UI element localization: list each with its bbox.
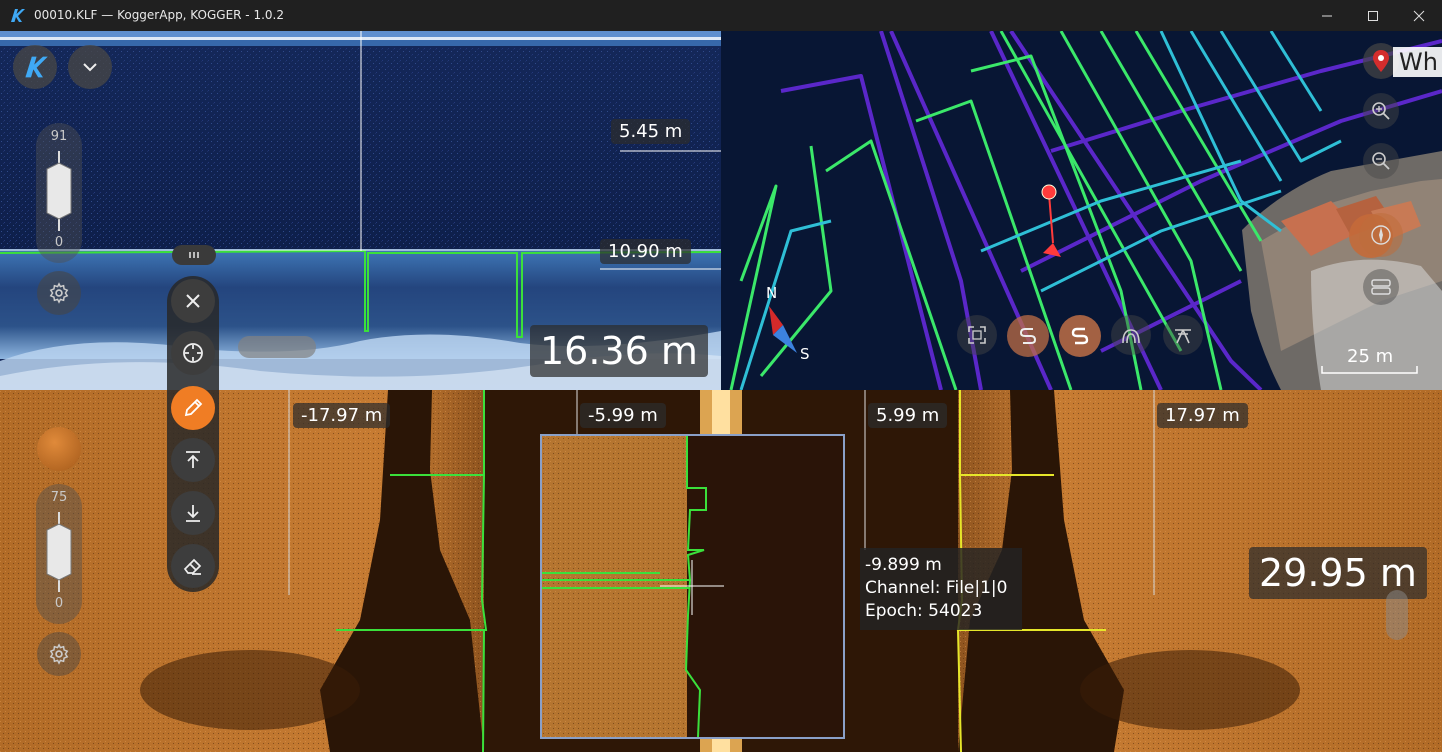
- compass-rose-icon: [1371, 225, 1391, 245]
- pencil-button[interactable]: [171, 386, 215, 430]
- target-icon: [183, 343, 203, 363]
- layers-icon: [1371, 279, 1391, 295]
- minimize-icon: [1322, 15, 1332, 16]
- close-icon: [1413, 10, 1425, 21]
- eraser-icon: [183, 558, 202, 575]
- chevron-down-icon: [83, 63, 97, 72]
- compass-needle-icon: [769, 306, 797, 353]
- cursor-tooltip: -9.899 m Channel: File|1|0 Epoch: 54023: [860, 548, 1022, 630]
- track-sync-icon: [1071, 327, 1089, 345]
- gear-icon: [49, 282, 69, 304]
- depth-label-1: 5.45 m: [611, 119, 691, 144]
- pencil-icon: [184, 398, 203, 417]
- maximize-icon: [1368, 10, 1378, 21]
- toolbar-close-button[interactable]: [171, 279, 215, 323]
- location-pin-icon: [1373, 50, 1389, 72]
- echogram-view[interactable]: 91 0 5.45 m 10.90 m 16.36 m: [0, 31, 721, 390]
- fit-view-button[interactable]: [957, 315, 997, 355]
- grip-icon: [189, 252, 199, 258]
- map-scale-label: 25 m: [1347, 346, 1394, 367]
- drawing-toolbar: [167, 276, 219, 592]
- range-label-4: 17.97 m: [1157, 403, 1248, 428]
- map-view[interactable]: Wh N S 25 m: [721, 31, 1442, 390]
- slider-handle[interactable]: [43, 151, 75, 231]
- upload-button[interactable]: [171, 438, 215, 482]
- compass-north-label: N: [766, 284, 778, 302]
- sidescan-settings-button[interactable]: [37, 632, 81, 676]
- slider-max-value: 91: [50, 129, 68, 144]
- compass-south-label: S: [800, 345, 810, 363]
- download-icon: [186, 505, 200, 522]
- fit-view-icon: [968, 326, 986, 344]
- kogger-menu-icon: [25, 56, 48, 78]
- sidescan-scroll-handle[interactable]: [1386, 590, 1408, 640]
- track-icon: [1019, 328, 1037, 344]
- window-title: 00010.KLF — KoggerApp, KOGGER - 1.0.2: [34, 8, 284, 22]
- app-menu-button[interactable]: [13, 45, 57, 89]
- palette-button[interactable]: [37, 427, 81, 471]
- signal-button[interactable]: [1111, 315, 1151, 355]
- slider-min-value: 0: [54, 235, 64, 250]
- layers-button[interactable]: [1363, 269, 1399, 305]
- status-pill: [238, 336, 316, 358]
- sidescan-brightness-slider[interactable]: 75 0: [36, 484, 82, 624]
- tooltip-channel: Channel: File|1|0: [865, 578, 1008, 598]
- antenna-icon: [1175, 329, 1191, 344]
- echogram-settings-button[interactable]: [37, 271, 81, 315]
- window-titlebar: 00010.KLF — KoggerApp, KOGGER - 1.0.2: [0, 0, 1442, 31]
- range-label-3: 5.99 m: [868, 403, 948, 428]
- upload-icon: [186, 451, 200, 468]
- minimize-button[interactable]: [1304, 0, 1350, 31]
- signal-icon: [1122, 329, 1140, 344]
- depth-label-2: 10.90 m: [600, 239, 691, 264]
- maximize-button[interactable]: [1350, 0, 1396, 31]
- zoom-in-button[interactable]: [1363, 93, 1399, 129]
- slider-min-value: 0: [54, 596, 64, 611]
- target-button[interactable]: [171, 331, 215, 375]
- download-button[interactable]: [171, 491, 215, 535]
- gear-icon: [49, 643, 69, 665]
- map-orientation-button[interactable]: [1359, 213, 1403, 257]
- kogger-logo-icon: [11, 9, 25, 22]
- toolbar-drag-handle[interactable]: [172, 245, 216, 265]
- zoom-out-icon: [1372, 152, 1390, 170]
- close-icon: [186, 294, 200, 308]
- zoom-out-button[interactable]: [1363, 143, 1399, 179]
- antenna-button[interactable]: [1163, 315, 1203, 355]
- eraser-button[interactable]: [171, 544, 215, 588]
- echogram-brightness-slider[interactable]: 91 0: [36, 123, 82, 263]
- zoom-in-icon: [1372, 102, 1390, 120]
- map-search-field[interactable]: Wh: [1393, 47, 1442, 77]
- current-depth-readout: 16.36 m: [530, 325, 708, 377]
- slider-handle[interactable]: [43, 512, 75, 592]
- range-label-2: -5.99 m: [580, 403, 666, 428]
- track-button[interactable]: [1007, 315, 1049, 357]
- close-window-button[interactable]: [1396, 0, 1442, 31]
- expand-menu-button[interactable]: [68, 45, 112, 89]
- tooltip-epoch: Epoch: 54023: [865, 601, 983, 621]
- tooltip-distance: -9.899 m: [865, 555, 942, 575]
- slider-max-value: 75: [50, 490, 68, 505]
- track-sync-button[interactable]: [1059, 315, 1101, 357]
- range-label-1: -17.97 m: [293, 403, 391, 428]
